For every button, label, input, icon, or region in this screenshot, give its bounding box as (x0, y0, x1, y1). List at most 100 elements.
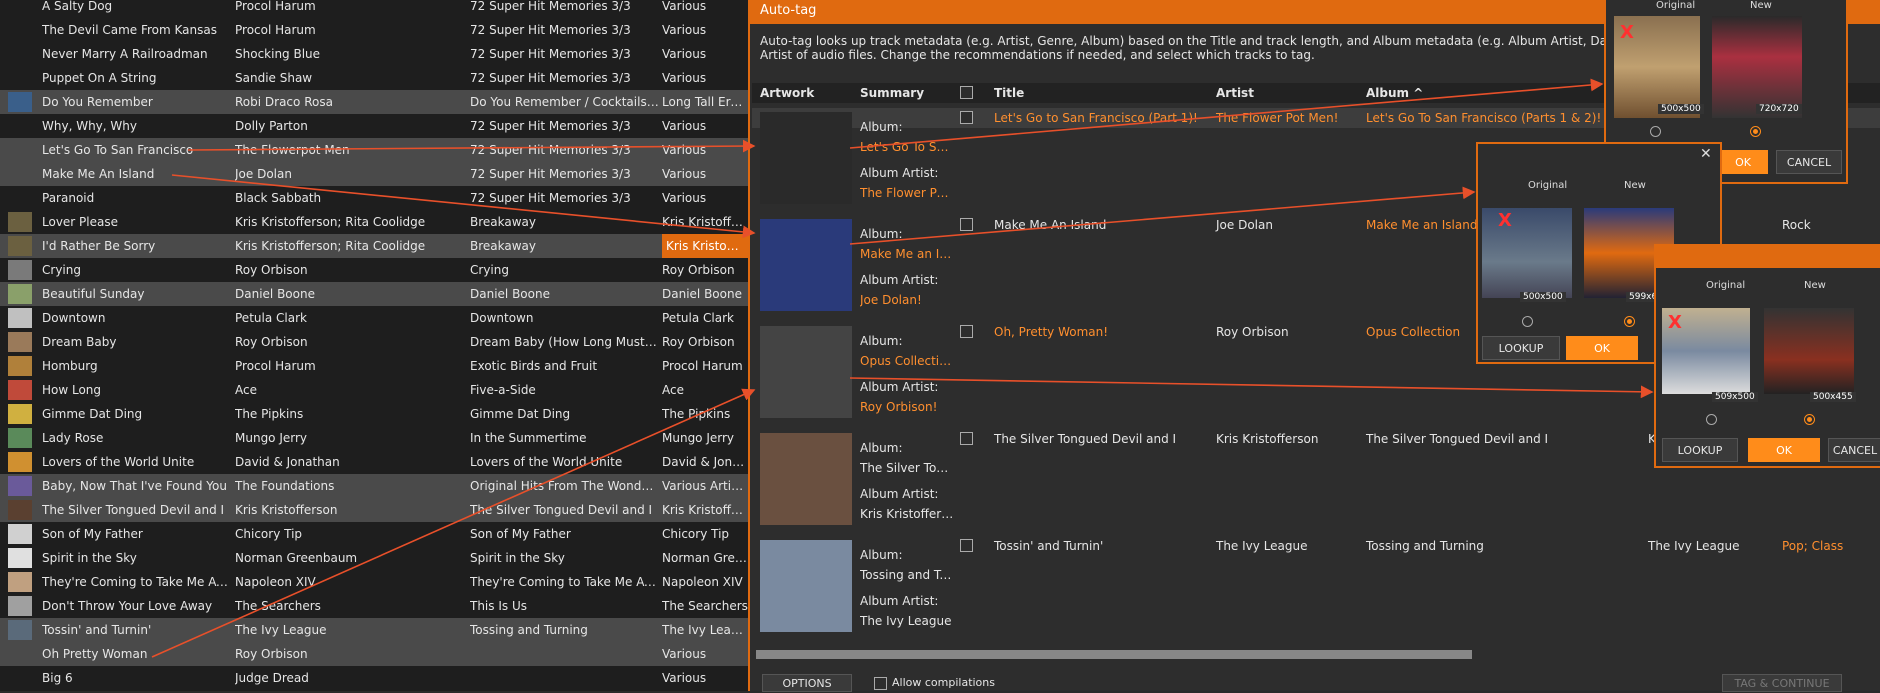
row-artist[interactable]: Roy Orbison (1216, 325, 1289, 339)
library-row[interactable]: Homburg Procol Harum Exotic Birds and Frui… (0, 354, 748, 378)
library-row[interactable]: Big 6 Judge Dread Various (0, 666, 748, 690)
remove-x-icon[interactable]: X (1498, 210, 1512, 231)
row-album[interactable]: Tossing and Turning (1366, 539, 1484, 553)
row-artist[interactable]: The Ivy League (1216, 539, 1308, 553)
row-title[interactable]: Oh, Pretty Woman! (994, 325, 1108, 339)
track-album-artist: Kris Kristoffers... (662, 503, 748, 517)
library-row[interactable]: Spirit in the Sky Norman Greenbaum Spirit … (0, 546, 748, 570)
library-row[interactable]: Tossin' and Turnin' The Ivy League Tossing… (0, 618, 748, 642)
popup-ok-button[interactable]: OK (1566, 336, 1638, 360)
library-row[interactable]: Beautiful Sunday Daniel Boone Daniel Boone… (0, 282, 748, 306)
library-row[interactable]: Lovers of the World Unite David & Jonatha… (0, 450, 748, 474)
track-album-artist: Various (662, 71, 707, 85)
library-row[interactable]: Lady Rose Mungo Jerry In the Summertime Mun… (0, 426, 748, 450)
library-row[interactable]: The Devil Came From Kansas Procol Harum 72… (0, 18, 748, 42)
original-radio[interactable] (1650, 126, 1661, 137)
select-all-checkbox[interactable] (960, 86, 973, 99)
row-artist[interactable]: The Flower Pot Men! (1216, 111, 1338, 125)
close-icon[interactable]: ✕ (1700, 146, 1712, 162)
new-radio[interactable] (1804, 414, 1815, 425)
new-radio[interactable] (1750, 126, 1761, 137)
library-track-list[interactable]: A Salty Dog Procol Harum 72 Super Hit Memo… (0, 0, 748, 691)
artwork-thumbnail[interactable] (760, 326, 852, 418)
new-artwork-image[interactable] (1764, 308, 1854, 394)
summary-album-artist-value: Joe Dolan! (860, 293, 922, 307)
library-row[interactable]: Puppet On A String Sandie Shaw 72 Super Hi… (0, 66, 748, 90)
col-artwork[interactable]: Artwork (760, 86, 814, 100)
artwork-thumbnail[interactable] (760, 112, 852, 204)
popup-cancel-button[interactable]: CANCEL (1828, 438, 1880, 462)
col-album[interactable]: Album ^ (1366, 86, 1423, 100)
library-row[interactable]: The Silver Tongued Devil and I Kris Krist… (0, 498, 748, 522)
col-artist[interactable]: Artist (1216, 86, 1254, 100)
library-row[interactable]: Lover Please Kris Kristofferson; Rita Coo… (0, 210, 748, 234)
new-dimensions: 500x455 (1810, 392, 1856, 402)
artwork-thumbnail[interactable] (760, 433, 852, 525)
album-thumbnail (8, 308, 32, 328)
allow-compilations-checkbox[interactable] (874, 677, 887, 690)
row-title[interactable]: Tossin' and Turnin' (994, 539, 1103, 553)
library-row[interactable]: Let's Go To San Francisco The Flowerpot M… (0, 138, 748, 162)
artwork-thumbnail[interactable] (760, 540, 852, 632)
original-radio[interactable] (1706, 414, 1717, 425)
library-row[interactable]: Crying Roy Orbison Crying Roy Orbison (0, 258, 748, 282)
row-album[interactable]: Opus Collection (1366, 325, 1460, 339)
remove-x-icon[interactable]: X (1668, 312, 1682, 333)
tag-continue-button[interactable]: TAG & CONTINUE (1722, 674, 1842, 692)
library-row[interactable]: Make Me An Island Joe Dolan 72 Super Hit M… (0, 162, 748, 186)
col-title[interactable]: Title (994, 86, 1024, 100)
new-artwork-image[interactable] (1712, 16, 1802, 118)
track-title: They're Coming to Take Me Away... (42, 575, 228, 589)
library-row[interactable]: Downtown Petula Clark Downtown Petula Clark (0, 306, 748, 330)
autotag-row[interactable]: Album: Tossing and Tu... Album Artist: The … (752, 536, 1880, 642)
row-album-artist[interactable]: The Ivy League (1648, 539, 1740, 553)
library-row[interactable]: I'd Rather Be Sorry Kris Kristofferson; R… (0, 234, 748, 258)
track-artist: Kris Kristofferson (235, 503, 338, 517)
library-row[interactable]: Never Marry A Railroadman Shocking Blue 72… (0, 42, 748, 66)
library-row[interactable]: A Salty Dog Procol Harum 72 Super Hit Memo… (0, 0, 748, 18)
track-title: Son of My Father (42, 527, 143, 541)
options-button[interactable]: OPTIONS (762, 674, 852, 692)
row-title[interactable]: Make Me An Island (994, 218, 1106, 232)
original-radio[interactable] (1522, 316, 1533, 327)
library-row[interactable]: They're Coming to Take Me Away...Napoleo… (0, 570, 748, 594)
row-artist[interactable]: Kris Kristofferson (1216, 432, 1318, 446)
remove-x-icon[interactable]: X (1620, 22, 1634, 43)
popup-cancel-button[interactable]: CANCEL (1776, 150, 1842, 174)
row-genre[interactable]: Rock (1782, 218, 1811, 232)
horizontal-scrollbar[interactable] (756, 650, 1472, 659)
col-summary[interactable]: Summary (860, 86, 924, 100)
summary-album-artist-value: Roy Orbison! (860, 400, 938, 414)
track-artist: Roy Orbison (235, 335, 308, 349)
row-title[interactable]: Let's Go to San Francisco (Part 1)! (994, 111, 1198, 125)
popup-ok-button[interactable]: OK (1748, 438, 1820, 462)
library-row[interactable]: How Long Ace Five-a-Side Ace (0, 378, 748, 402)
artwork-thumbnail[interactable] (760, 219, 852, 311)
track-album: Crying (470, 263, 509, 277)
library-row[interactable]: Gimme Dat Ding The Pipkins Gimme Dat Ding T… (0, 402, 748, 426)
row-title[interactable]: The Silver Tongued Devil and I (994, 432, 1176, 446)
library-row[interactable]: Don't Throw Your Love Away The Searchers T… (0, 594, 748, 618)
row-album[interactable]: The Silver Tongued Devil and I (1366, 432, 1548, 446)
row-select-checkbox[interactable] (960, 218, 973, 231)
library-row[interactable]: Paranoid Black Sabbath 72 Super Hit Memori… (0, 186, 748, 210)
row-artist[interactable]: Joe Dolan (1216, 218, 1273, 232)
library-row[interactable]: Why, Why, Why Dolly Parton 72 Super Hit Me… (0, 114, 748, 138)
library-row[interactable]: Baby, Now That I've Found You The Foundat… (0, 474, 748, 498)
row-genre[interactable]: Pop; Class (1782, 539, 1843, 553)
row-select-checkbox[interactable] (960, 539, 973, 552)
row-select-checkbox[interactable] (960, 432, 973, 445)
new-radio[interactable] (1624, 316, 1635, 327)
library-row[interactable]: Dream Baby Roy Orbison Dream Baby (How Lon… (0, 330, 748, 354)
original-artwork-image[interactable] (1482, 208, 1572, 298)
popup-lookup-button[interactable]: LOOKUP (1482, 336, 1560, 360)
row-select-checkbox[interactable] (960, 325, 973, 338)
track-album-artist: Procol Harum (662, 359, 743, 373)
library-row[interactable]: Son of My Father Chicory Tip Son of My Fat… (0, 522, 748, 546)
row-select-checkbox[interactable] (960, 111, 973, 124)
library-row[interactable]: Do You Remember Robi Draco Rosa Do You Rem… (0, 90, 748, 114)
row-album[interactable]: Let's Go To San Francisco (Parts 1 & 2)! (1366, 111, 1601, 125)
popup-lookup-button[interactable]: LOOKUP (1662, 438, 1738, 462)
library-row[interactable]: Oh Pretty Woman Roy Orbison Various (0, 642, 748, 666)
popup-ok-button[interactable]: OK (1718, 150, 1768, 174)
